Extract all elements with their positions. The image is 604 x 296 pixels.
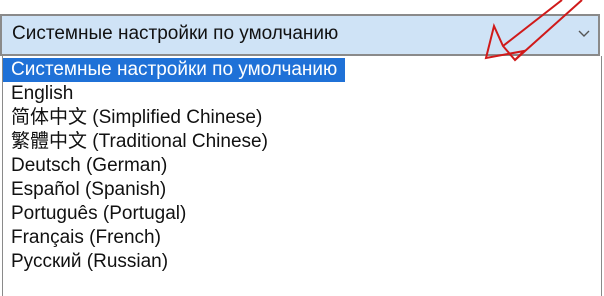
selected-language-value: Системные настройки по умолчанию [12,23,339,44]
option-system-default[interactable]: Системные настройки по умолчанию [3,58,345,82]
option-traditional-chinese[interactable]: 繁體中文 (Traditional Chinese) [11,130,268,154]
option-german[interactable]: Deutsch (German) [11,154,167,178]
language-options-list: Системные настройки по умолчанию English… [2,56,602,296]
option-spanish[interactable]: Español (Spanish) [11,178,166,202]
chevron-down-icon[interactable] [576,26,592,42]
option-french[interactable]: Français (French) [11,226,161,250]
option-english[interactable]: English [11,82,73,106]
option-russian[interactable]: Русский (Russian) [11,250,168,274]
option-simplified-chinese[interactable]: 简体中文 (Simplified Chinese) [11,106,262,130]
option-portuguese[interactable]: Português (Portugal) [11,202,186,226]
language-select[interactable]: Системные настройки по умолчанию [0,14,600,56]
language-select-screenshot: Системные настройки по умолчанию Системн… [0,0,604,296]
